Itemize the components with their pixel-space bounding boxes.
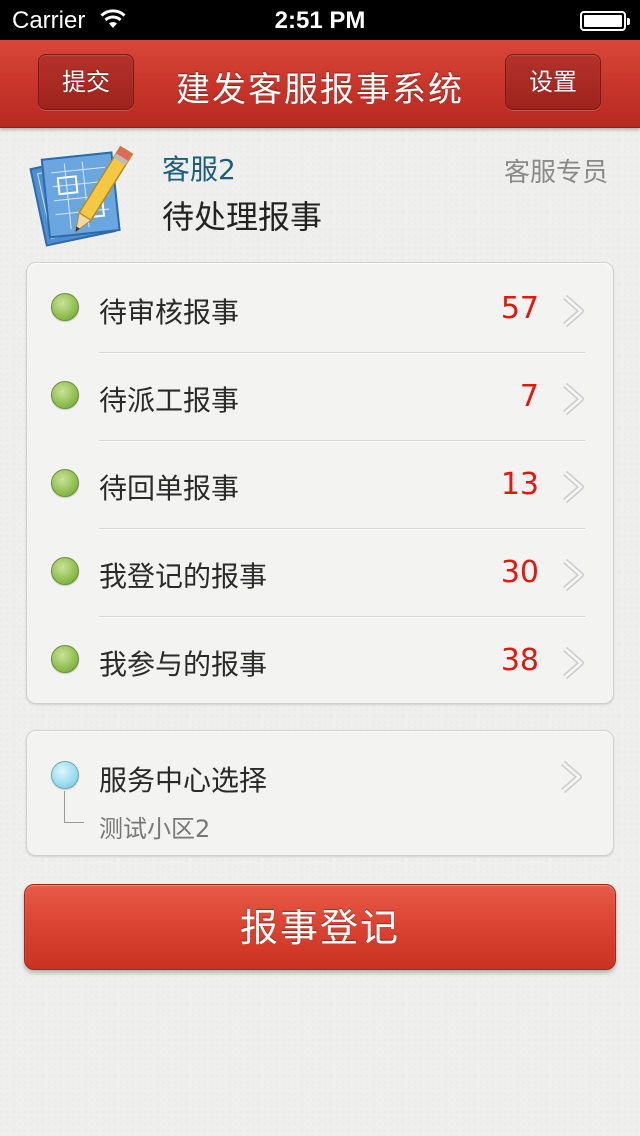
clock: 2:51 PM bbox=[274, 7, 366, 34]
list-item-count: 57 bbox=[500, 291, 539, 326]
user-name: 客服2 bbox=[162, 153, 236, 186]
list-item-my-registered[interactable]: 我登记的报事 30 bbox=[27, 531, 615, 619]
user-role: 客服专员 bbox=[503, 158, 608, 188]
list-item-label: 我参与的报事 bbox=[99, 648, 268, 681]
list-item-my-participated[interactable]: 我参与的报事 38 bbox=[27, 619, 615, 707]
tree-connector bbox=[64, 791, 84, 823]
nav-bar: 提交 建发客服报事系统 设置 bbox=[0, 40, 640, 128]
divider bbox=[99, 528, 585, 530]
green-dot-icon bbox=[51, 381, 79, 409]
list-item-count: 13 bbox=[500, 467, 539, 502]
settings-button[interactable]: 设置 bbox=[505, 54, 601, 110]
chevron-right-icon bbox=[563, 646, 584, 680]
list-item-label: 我登记的报事 bbox=[99, 560, 268, 593]
list-item-pending-dispatch[interactable]: 待派工报事 7 bbox=[27, 355, 615, 443]
section-title: 待处理报事 bbox=[162, 198, 323, 236]
list-item-count: 7 bbox=[519, 379, 539, 414]
list-item-label: 待审核报事 bbox=[99, 296, 240, 329]
chevron-right-icon bbox=[563, 294, 584, 328]
pending-list-card: 待审核报事 57 待派工报事 7 待回单报事 13 我登记的报事 30 我参与的… bbox=[26, 262, 614, 704]
list-item-label: 待派工报事 bbox=[99, 384, 240, 417]
service-center-label: 服务中心选择 bbox=[99, 764, 268, 797]
list-item-pending-review[interactable]: 待审核报事 57 bbox=[27, 265, 615, 353]
list-item-pending-reply[interactable]: 待回单报事 13 bbox=[27, 443, 615, 531]
list-item-count: 38 bbox=[500, 643, 539, 678]
green-dot-icon bbox=[51, 469, 79, 497]
blueprint-pencil-icon bbox=[29, 145, 134, 247]
selected-community: 测试小区2 bbox=[99, 815, 211, 843]
service-center-select[interactable]: 服务中心选择 测试小区2 bbox=[26, 730, 614, 856]
green-dot-icon bbox=[51, 557, 79, 585]
green-dot-icon bbox=[51, 645, 79, 673]
chevron-right-icon bbox=[563, 382, 584, 416]
divider bbox=[99, 440, 585, 442]
status-bar: Carrier 2:51 PM bbox=[0, 0, 640, 40]
chevron-right-icon bbox=[561, 760, 582, 794]
chevron-right-icon bbox=[563, 470, 584, 504]
divider bbox=[99, 616, 585, 618]
battery-icon bbox=[580, 11, 630, 31]
chevron-right-icon bbox=[563, 558, 584, 592]
list-item-count: 30 bbox=[500, 555, 539, 590]
list-item-label: 待回单报事 bbox=[99, 472, 240, 505]
divider bbox=[99, 352, 585, 354]
green-dot-icon bbox=[51, 293, 79, 321]
register-report-button[interactable]: 报事登记 bbox=[24, 884, 616, 970]
blue-dot-icon bbox=[51, 761, 79, 789]
